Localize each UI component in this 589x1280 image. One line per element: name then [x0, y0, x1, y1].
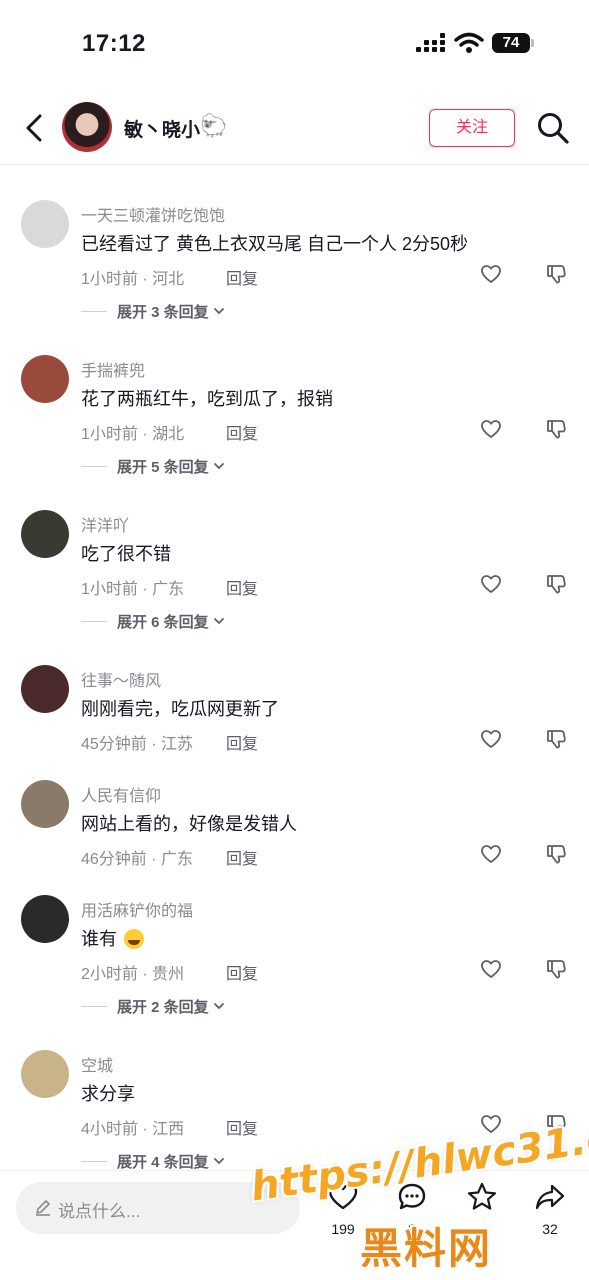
comment-username[interactable]: 一天三顿灌饼吃饱饱	[81, 202, 225, 226]
comment-text: 吃了很不错	[81, 544, 171, 564]
share-icon	[535, 1184, 565, 1210]
comment-username[interactable]: 手揣裤兜	[81, 357, 145, 381]
comment-username[interactable]: 用活麻铲你的福	[81, 897, 193, 921]
dislike-icon[interactable]	[545, 728, 567, 750]
sheep-emoji-icon: 🐑	[200, 113, 228, 138]
comment-text: 谁有	[81, 929, 117, 949]
status-time: 17:12	[82, 30, 146, 57]
avatar[interactable]	[21, 200, 69, 248]
dislike-icon[interactable]	[545, 843, 567, 865]
comment-button[interactable]: 3	[382, 1181, 442, 1237]
reply-button[interactable]: 回复	[226, 730, 258, 754]
profile-name[interactable]: 敏丶晓小	[124, 115, 200, 142]
comment-list[interactable]: 一天三顿灌饼吃饱饱 已经看过了 黄色上衣双马尾 自己一个人 2分50秒 1小时前…	[0, 170, 589, 1170]
search-icon[interactable]	[536, 111, 570, 145]
expand-replies-label: 展开 3 条回复	[117, 303, 209, 321]
comment-meta: 45分钟前 · 江苏	[81, 736, 194, 753]
dislike-icon[interactable]	[545, 1113, 567, 1135]
reply-button[interactable]: 回复	[226, 265, 258, 289]
share-count: 32	[542, 1221, 558, 1237]
chevron-down-icon	[213, 1003, 224, 1010]
comment-meta: 1小时前 · 河北	[81, 271, 185, 288]
heart-icon[interactable]	[480, 958, 502, 980]
heart-icon	[328, 1183, 358, 1210]
heart-icon[interactable]	[480, 728, 502, 750]
comment-meta: 46分钟前 · 广东	[81, 851, 194, 868]
comment-text: 刚刚看完，吃瓜网更新了	[81, 699, 279, 719]
chevron-down-icon	[213, 463, 224, 470]
heart-icon[interactable]	[480, 573, 502, 595]
comment-meta: 1小时前 · 广东	[81, 581, 185, 598]
comment-username[interactable]: 人民有信仰	[81, 782, 161, 806]
expand-replies-button[interactable]: 展开 4 条回复	[81, 1150, 225, 1170]
comment-text: 网站上看的，好像是发错人	[81, 814, 297, 834]
battery-icon: 74	[492, 33, 534, 53]
expand-replies-label: 展开 5 条回复	[117, 458, 209, 476]
share-button[interactable]: 32	[520, 1181, 580, 1237]
like-count: 199	[331, 1221, 355, 1237]
reply-button[interactable]: 回复	[226, 845, 258, 869]
comment-meta: 4小时前 · 江西	[81, 1121, 185, 1138]
back-icon[interactable]	[20, 111, 50, 145]
avatar[interactable]	[62, 102, 112, 152]
dislike-icon[interactable]	[545, 958, 567, 980]
heart-icon[interactable]	[480, 418, 502, 440]
expand-replies-button[interactable]: 展开 3 条回复	[81, 300, 225, 322]
comment-username[interactable]: 空城	[81, 1052, 113, 1076]
chevron-down-icon	[213, 308, 224, 315]
dislike-icon[interactable]	[545, 418, 567, 440]
star-icon	[467, 1182, 497, 1210]
avatar[interactable]	[21, 1050, 69, 1098]
expand-replies-label: 展开 4 条回复	[117, 1153, 209, 1171]
chevron-down-icon	[213, 618, 224, 625]
profile-header: 敏丶晓小 🐑 关注	[0, 95, 589, 165]
comment-count: 3	[408, 1221, 416, 1237]
favorite-button[interactable]	[452, 1181, 512, 1221]
comment-username[interactable]: 往事～随风	[81, 667, 161, 691]
heart-icon[interactable]	[480, 843, 502, 865]
comment-icon	[398, 1183, 426, 1210]
battery-level: 74	[492, 33, 530, 53]
follow-button[interactable]: 关注	[429, 109, 515, 147]
comment-text: 已经看过了 黄色上衣双马尾 自己一个人 2分50秒	[81, 234, 469, 254]
wifi-icon	[454, 32, 484, 53]
laughing-crying-emoji-icon	[124, 929, 144, 949]
cellular-signal-icon	[416, 33, 448, 52]
comment-meta: 1小时前 · 湖北	[81, 426, 185, 443]
comment-input[interactable]: 说点什么...	[16, 1182, 300, 1234]
avatar[interactable]	[21, 665, 69, 713]
dislike-icon[interactable]	[545, 573, 567, 595]
reply-button[interactable]: 回复	[226, 575, 258, 599]
bottom-bar: 说点什么... 199 3 32	[0, 1170, 589, 1280]
avatar[interactable]	[21, 355, 69, 403]
dislike-icon[interactable]	[545, 263, 567, 285]
expand-replies-button[interactable]: 展开 6 条回复	[81, 610, 225, 632]
expand-replies-button[interactable]: 展开 2 条回复	[81, 995, 225, 1017]
comment-text: 求分享	[81, 1084, 135, 1104]
comment-username[interactable]: 洋洋吖	[81, 512, 129, 536]
reply-button[interactable]: 回复	[226, 420, 258, 444]
expand-replies-label: 展开 6 条回复	[117, 613, 209, 631]
expand-replies-label: 展开 2 条回复	[117, 998, 209, 1016]
avatar[interactable]	[21, 510, 69, 558]
avatar[interactable]	[21, 895, 69, 943]
like-button[interactable]: 199	[313, 1181, 373, 1237]
reply-button[interactable]: 回复	[226, 960, 258, 984]
heart-icon[interactable]	[480, 263, 502, 285]
comment-text: 花了两瓶红牛，吃到瓜了，报销	[81, 389, 333, 409]
comment-meta: 2小时前 · 贵州	[81, 966, 185, 983]
chevron-down-icon	[213, 1158, 224, 1165]
reply-button[interactable]: 回复	[226, 1115, 258, 1139]
heart-icon[interactable]	[480, 1113, 502, 1135]
pencil-icon	[36, 1200, 50, 1216]
avatar[interactable]	[21, 780, 69, 828]
comment-placeholder: 说点什么...	[58, 1202, 141, 1221]
status-bar: 17:12 74	[0, 0, 589, 90]
expand-replies-button[interactable]: 展开 5 条回复	[81, 455, 225, 477]
